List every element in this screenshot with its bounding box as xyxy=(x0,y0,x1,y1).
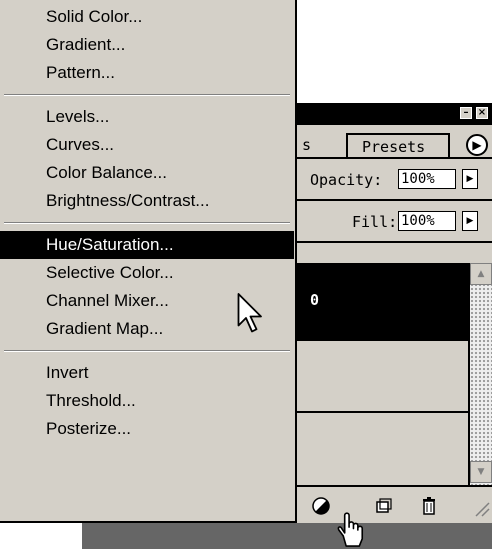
menu-separator xyxy=(4,94,290,96)
opacity-label: Opacity: xyxy=(310,171,383,189)
tab-presets[interactable]: Presets xyxy=(346,133,450,157)
menu-item-hue-saturation[interactable]: Hue/Saturation... xyxy=(0,231,294,259)
panel-menu-arrow-button[interactable]: ▶ xyxy=(466,134,488,156)
menu-separator xyxy=(4,222,290,224)
opacity-arrow-button[interactable]: ▶ xyxy=(462,169,478,189)
menu-separator xyxy=(4,350,290,352)
layers-panel: – × s Presets ▶ Opacity: 100% ▶ Fill: 10… xyxy=(296,103,492,523)
layers-scrollbar[interactable]: ▲ ▼ xyxy=(468,263,492,485)
menu-item-color-balance[interactable]: Color Balance... xyxy=(0,159,294,187)
scroll-up-button[interactable]: ▲ xyxy=(470,263,492,285)
new-layer-icon[interactable] xyxy=(372,495,394,517)
menu-item-selective-color[interactable]: Selective Color... xyxy=(0,259,294,287)
scroll-down-button[interactable]: ▼ xyxy=(470,461,492,483)
layers-bottom-bar xyxy=(296,485,492,523)
opacity-input[interactable]: 100% xyxy=(398,169,456,189)
menu-item-posterize[interactable]: Posterize... xyxy=(0,415,294,443)
menu-item-threshold[interactable]: Threshold... xyxy=(0,387,294,415)
close-button[interactable]: × xyxy=(476,107,488,119)
adjustment-layer-icon[interactable] xyxy=(310,495,332,517)
layer-name: 0 xyxy=(310,291,320,309)
tab-previous[interactable]: s xyxy=(296,133,348,157)
menu-item-curves[interactable]: Curves... xyxy=(0,131,294,159)
fill-label: Fill: xyxy=(352,213,398,231)
fill-arrow-button[interactable]: ▶ xyxy=(462,211,478,231)
background-strip xyxy=(82,523,492,549)
menu-item-gradient[interactable]: Gradient... xyxy=(0,31,294,59)
menu-item-brightness-contrast[interactable]: Brightness/Contrast... xyxy=(0,187,294,215)
opacity-row: Opacity: 100% ▶ xyxy=(296,159,492,201)
hand-cursor-icon xyxy=(337,512,364,547)
fill-input[interactable]: 100% xyxy=(398,211,456,231)
arrow-cursor-icon xyxy=(237,293,262,333)
menu-item-pattern[interactable]: Pattern... xyxy=(0,59,294,87)
layers-list: 0 xyxy=(296,263,468,485)
resize-grip-icon[interactable] xyxy=(468,495,490,517)
layer-divider xyxy=(296,411,468,413)
panel-titlebar: – × xyxy=(296,103,492,125)
trash-icon[interactable] xyxy=(418,495,440,517)
minimize-button[interactable]: – xyxy=(460,107,472,119)
menu-item-solid-color[interactable]: Solid Color... xyxy=(0,3,294,31)
fill-row: Fill: 100% ▶ xyxy=(296,201,492,243)
adjustment-layer-menu: Solid Color... Gradient... Pattern... Level… xyxy=(0,0,297,523)
panel-tabs: s Presets ▶ xyxy=(296,125,492,159)
layer-row-selected[interactable]: 0 xyxy=(296,263,468,341)
menu-item-levels[interactable]: Levels... xyxy=(0,103,294,131)
menu-item-invert[interactable]: Invert xyxy=(0,359,294,387)
